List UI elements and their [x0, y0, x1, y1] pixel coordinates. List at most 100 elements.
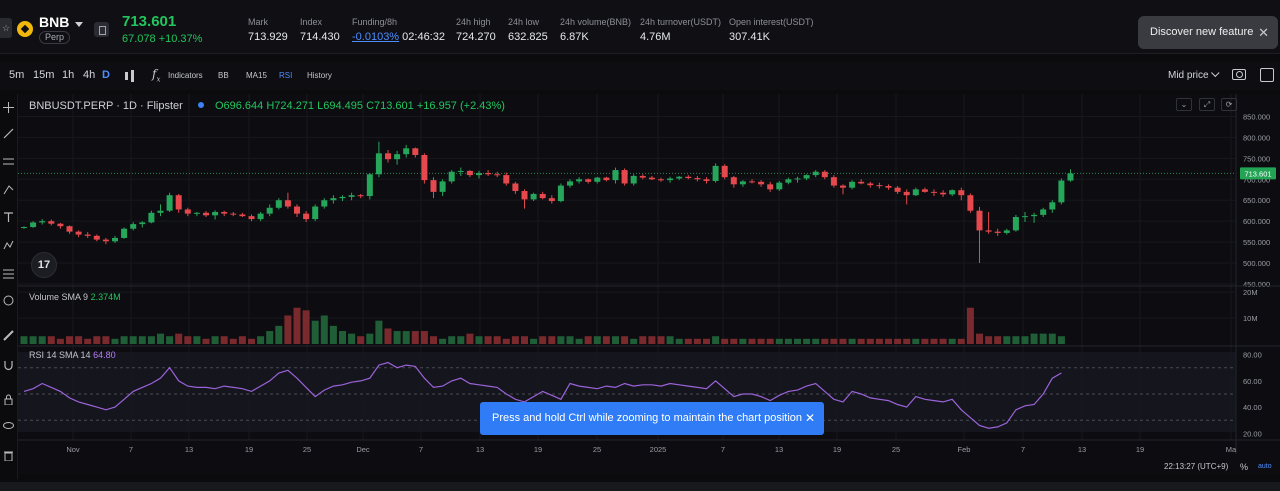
- history-button[interactable]: History: [307, 71, 332, 80]
- volume-bar: [311, 320, 319, 344]
- volume-bar: [93, 336, 101, 344]
- eye-icon[interactable]: [3, 420, 14, 431]
- volume-bar: [320, 315, 328, 344]
- interval-4h[interactable]: 4h: [83, 69, 95, 81]
- contract-info-icon[interactable]: [94, 22, 109, 37]
- volume-bar: [994, 336, 1002, 344]
- x-axis-label: Dec: [356, 445, 370, 454]
- chart-maximize-icon[interactable]: ⤢: [1199, 98, 1215, 111]
- indicators-button[interactable]: Indicators: [168, 71, 203, 80]
- candle-body: [867, 183, 874, 186]
- x-axis-label: 7: [1021, 445, 1025, 454]
- volume-bar: [903, 338, 911, 344]
- close-icon[interactable]: ✕: [1258, 16, 1269, 49]
- ohlc-close: C713.601: [366, 100, 414, 112]
- discover-feature-toast[interactable]: Discover new feature ✕: [1138, 16, 1278, 49]
- auto-scale-toggle[interactable]: auto: [1258, 463, 1272, 470]
- lock-icon[interactable]: [3, 394, 14, 405]
- volume-bar: [912, 338, 920, 344]
- fullscreen-icon[interactable]: [1260, 68, 1274, 82]
- candle-body: [448, 171, 455, 182]
- volume-bar: [639, 336, 647, 344]
- interval-5m[interactable]: 5m: [9, 69, 24, 81]
- candle-body: [667, 178, 674, 181]
- candle-body: [976, 210, 983, 231]
- candle-body: [303, 213, 310, 220]
- symbol-dropdown-icon[interactable]: [75, 22, 83, 27]
- candle-type-icon[interactable]: [125, 70, 135, 82]
- close-icon[interactable]: ✕: [805, 402, 815, 435]
- volume-bar: [721, 338, 729, 344]
- candle-body: [794, 178, 801, 180]
- price-axis-label: 500.000: [1243, 259, 1270, 268]
- interval-1h[interactable]: 1h: [62, 69, 74, 81]
- symbol-name[interactable]: BNB: [39, 14, 69, 30]
- rsi-legend: RSI 14 SMA 14 64.80: [29, 350, 116, 360]
- volume-bar: [821, 338, 829, 344]
- favorite-star-icon[interactable]: ☆: [0, 18, 12, 38]
- zoom-icon[interactable]: [3, 295, 14, 306]
- chart-collapse-icon[interactable]: ⌄: [1176, 98, 1192, 111]
- volume-bar: [339, 331, 346, 344]
- interval-15m[interactable]: 15m: [33, 69, 54, 81]
- candle-body: [203, 212, 209, 216]
- ruler-icon[interactable]: [3, 330, 14, 341]
- indicators-fx-icon[interactable]: fx: [152, 67, 160, 83]
- horizontal-lines-icon[interactable]: [3, 156, 14, 167]
- volume-bar: [220, 336, 228, 344]
- candle-body: [603, 177, 610, 181]
- volume-bar: [266, 331, 274, 344]
- stat-24h-volume: 24h volume(BNB) 6.87K: [560, 17, 632, 43]
- volume-bar: [775, 338, 783, 344]
- volume-bar: [211, 336, 219, 344]
- volume-bar: [47, 336, 55, 344]
- percent-toggle[interactable]: %: [1240, 462, 1248, 472]
- volume-bar: [202, 338, 210, 344]
- perp-badge: Perp: [39, 31, 71, 44]
- camera-icon[interactable]: [1232, 69, 1246, 80]
- candle-body: [30, 222, 37, 228]
- candle-body: [439, 181, 446, 192]
- tradingview-logo[interactable]: 17: [31, 252, 57, 278]
- chart-settings-icon[interactable]: ⟳: [1221, 98, 1237, 111]
- ohlc-open: O696.644: [214, 100, 264, 112]
- candle-body: [512, 183, 519, 192]
- magnet-icon[interactable]: [3, 360, 14, 371]
- mid-price-select[interactable]: Mid price: [1168, 70, 1219, 81]
- volume-bar: [966, 307, 974, 344]
- x-axis-label: 25: [593, 445, 601, 454]
- pitchfork-icon[interactable]: [3, 184, 14, 195]
- crosshair-icon[interactable]: [3, 102, 14, 113]
- trend-line-icon[interactable]: [3, 128, 14, 139]
- candle-body: [112, 237, 118, 242]
- volume-bar: [593, 336, 601, 344]
- study-rsi[interactable]: RSI: [279, 71, 292, 80]
- study-bb[interactable]: BB: [218, 71, 229, 80]
- x-axis-label: 19: [1136, 445, 1144, 454]
- rsi-axis-label: 80.00: [1243, 351, 1262, 360]
- volume-bar: [1048, 333, 1056, 344]
- candle-body: [394, 154, 401, 160]
- volume-bar: [366, 333, 374, 344]
- volume-bar: [475, 336, 483, 344]
- volume-bar: [830, 338, 838, 344]
- price-axis-label: 600.000: [1243, 217, 1270, 226]
- volume-bar: [248, 338, 255, 344]
- volume-bar: [184, 336, 192, 344]
- volume-bar: [730, 338, 738, 344]
- rsi-axis-label: 40.00: [1243, 403, 1262, 412]
- pattern-tool-icon[interactable]: [3, 240, 14, 251]
- funding-rate-link[interactable]: -0.0103%: [352, 31, 399, 43]
- volume-bar: [1057, 336, 1065, 344]
- measure-icon[interactable]: [3, 268, 14, 279]
- volume-bar: [302, 310, 310, 344]
- candle-body: [21, 227, 27, 229]
- study-ma15[interactable]: MA15: [246, 71, 267, 80]
- interval-1d[interactable]: D: [102, 69, 110, 81]
- trash-icon[interactable]: [3, 450, 14, 461]
- candle-body: [630, 175, 637, 184]
- candle-body: [321, 200, 328, 207]
- volume-bar: [175, 333, 183, 344]
- chart-footer: 22:13:27 (UTC+9) % auto: [18, 458, 1280, 474]
- text-tool-icon[interactable]: [3, 212, 14, 223]
